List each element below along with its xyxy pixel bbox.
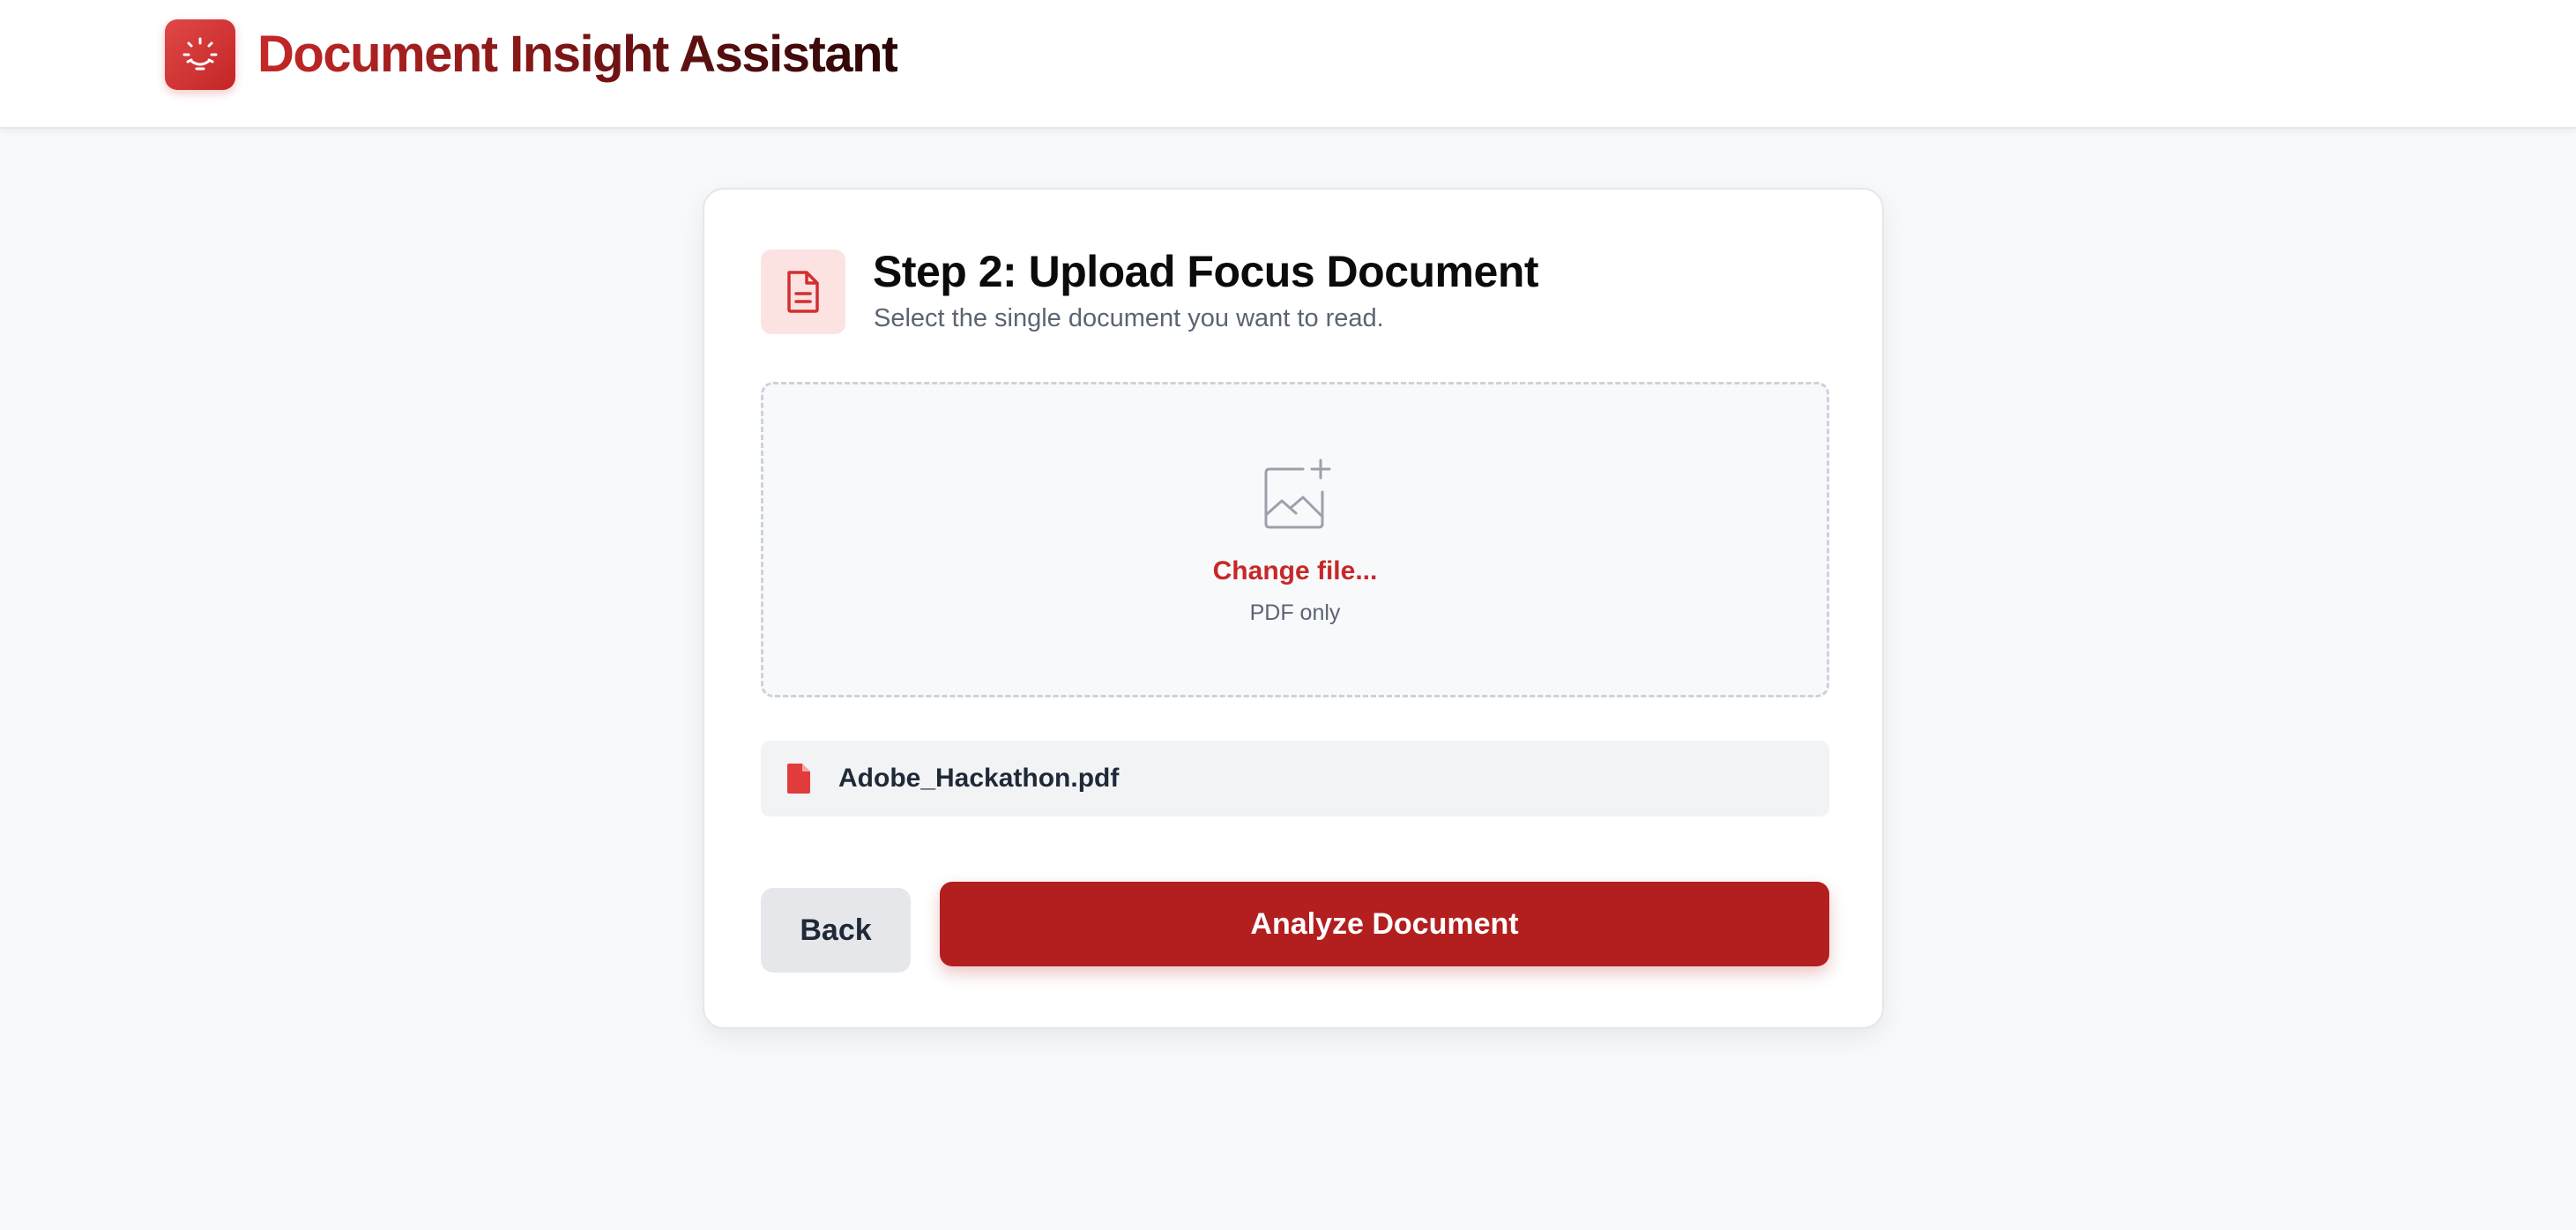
change-file-link[interactable]: Change file... <box>763 556 1827 586</box>
upload-card: Step 2: Upload Focus Document Select the… <box>703 188 1884 1029</box>
document-icon <box>787 271 819 313</box>
analyze-document-button[interactable]: Analyze Document <box>940 882 1829 966</box>
step-icon-container <box>761 250 845 334</box>
app-logo[interactable] <box>165 19 235 90</box>
selected-file-row: Adobe_Hackathon.pdf <box>761 741 1829 816</box>
pdf-file-icon <box>787 764 810 794</box>
step-title: Step 2: Upload Focus Document <box>873 247 1539 296</box>
app-title: Document Insight Assistant <box>257 23 898 86</box>
lightbulb-icon <box>182 37 218 71</box>
app-header: Document Insight Assistant <box>0 0 2576 129</box>
file-dropzone[interactable]: Change file... PDF only <box>761 382 1829 697</box>
selected-file-name: Adobe_Hackathon.pdf <box>838 764 1120 793</box>
step-subtitle: Select the single document you want to r… <box>874 304 1384 332</box>
file-type-hint: PDF only <box>1249 600 1341 625</box>
back-button[interactable]: Back <box>761 888 911 973</box>
image-plus-icon <box>1264 458 1331 529</box>
